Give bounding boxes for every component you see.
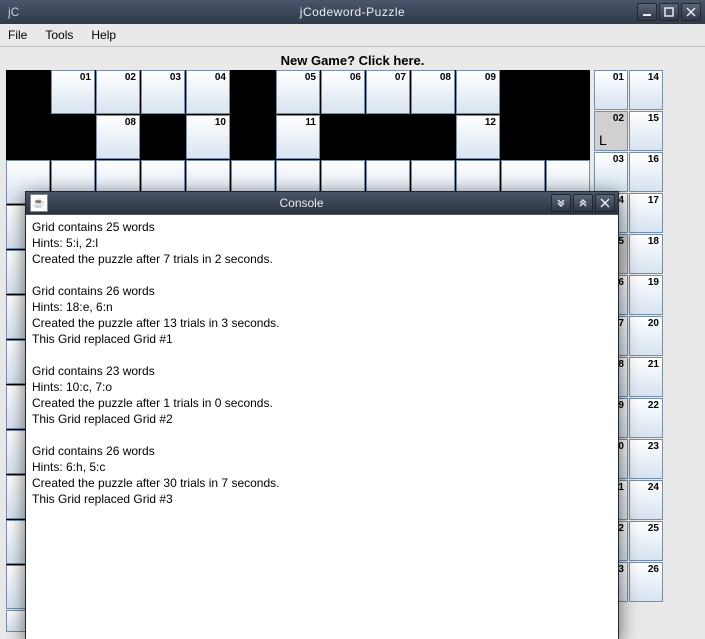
board-cell[interactable]: 01	[51, 70, 95, 114]
menu-file[interactable]: File	[6, 26, 29, 44]
cell-number: 03	[170, 72, 181, 83]
sidebar-code-cell[interactable]: 18	[629, 234, 663, 274]
cell-number: 10	[215, 117, 226, 128]
board-cell	[501, 70, 545, 114]
sidebar-code-cell[interactable]: 14	[629, 70, 663, 110]
menu-help[interactable]: Help	[89, 26, 118, 44]
board-cell[interactable]: 03	[141, 70, 185, 114]
sidebar-cell-number: 01	[613, 72, 624, 83]
console-scroll-up-button[interactable]	[573, 194, 593, 212]
board-cell	[501, 115, 545, 159]
main-window: jC jCodeword-Puzzle File Tools Help New …	[0, 0, 705, 639]
console-scroll-down-button[interactable]	[551, 194, 571, 212]
cell-number: 08	[440, 72, 451, 83]
sidebar-cell-number: 02	[613, 113, 624, 124]
board-cell[interactable]: 11	[276, 115, 320, 159]
close-button[interactable]	[681, 3, 701, 21]
sidebar-cell-number: 25	[648, 523, 659, 534]
board-cell[interactable]: 07	[366, 70, 410, 114]
sidebar-cell-number: 23	[648, 441, 659, 452]
cell-number: 02	[125, 72, 136, 83]
cell-number: 06	[350, 72, 361, 83]
sidebar-cell-number: 16	[648, 154, 659, 165]
board-cell[interactable]: 06	[321, 70, 365, 114]
close-icon	[599, 197, 611, 209]
sidebar-cell-number: 19	[648, 277, 659, 288]
maximize-button[interactable]	[659, 3, 679, 21]
cell-number: 08	[125, 117, 136, 128]
board-cell[interactable]: 08	[96, 115, 140, 159]
sidebar-cell-number: 24	[648, 482, 659, 493]
board-cell	[411, 115, 455, 159]
board-cell[interactable]: 10	[186, 115, 230, 159]
sidebar-code-cell[interactable]: 26	[629, 562, 663, 602]
board-cell	[321, 115, 365, 159]
sidebar-cell-number: 14	[648, 72, 659, 83]
minimize-icon	[641, 6, 653, 18]
sidebar-cell-number: 03	[613, 154, 624, 165]
sidebar-code-cell[interactable]: 24	[629, 480, 663, 520]
sidebar-cell-number: 17	[648, 195, 659, 206]
cell-number: 04	[215, 72, 226, 83]
sidebar-code-cell[interactable]: 01	[594, 70, 628, 110]
board-cell[interactable]: 08	[411, 70, 455, 114]
cell-number: 05	[305, 72, 316, 83]
sidebar-cell-letter: L	[599, 132, 607, 148]
console-title: Console	[52, 196, 551, 210]
sidebar-cell-number: 18	[648, 236, 659, 247]
sidebar-code-cell[interactable]: 16	[629, 152, 663, 192]
cell-number: 09	[485, 72, 496, 83]
board-cell[interactable]: 12	[456, 115, 500, 159]
board-cell	[6, 70, 50, 114]
minimize-button[interactable]	[637, 3, 657, 21]
window-title: jCodeword-Puzzle	[68, 5, 637, 19]
sidebar-code-cell[interactable]: 03	[594, 152, 628, 192]
sidebar-code-cell[interactable]: 23	[629, 439, 663, 479]
sidebar-code-cell[interactable]: 02 L	[594, 111, 628, 151]
sidebar-code-cell[interactable]: 15	[629, 111, 663, 151]
client-area: New Game? Click here. 01 02 03 04 05 06 07 08 09…	[0, 47, 705, 639]
sidebar-cell-number: 15	[648, 113, 659, 124]
titlebar[interactable]: jC jCodeword-Puzzle	[0, 0, 705, 24]
cell-number: 07	[395, 72, 406, 83]
board-cell[interactable]: 05	[276, 70, 320, 114]
new-game-label[interactable]: New Game? Click here.	[6, 49, 699, 70]
sidebar-code-cell[interactable]: 20	[629, 316, 663, 356]
console-titlebar[interactable]: ☕ Console	[26, 192, 618, 214]
sidebar-code-cell[interactable]: 25	[629, 521, 663, 561]
console-body[interactable]: Grid contains 25 words Hints: 5:i, 2:l C…	[26, 214, 618, 639]
maximize-icon	[663, 6, 675, 18]
sidebar-code-cell[interactable]: 19	[629, 275, 663, 315]
sidebar-cell-number: 20	[648, 318, 659, 329]
board-cell	[141, 115, 185, 159]
sidebar-cell-number: 26	[648, 564, 659, 575]
java-icon: ☕	[30, 194, 48, 212]
board-cell[interactable]: 09	[456, 70, 500, 114]
board-cell	[546, 115, 590, 159]
sidebar-cell-number: 21	[648, 359, 659, 370]
board-cell[interactable]: 02	[96, 70, 140, 114]
titlebar-left-label: jC	[4, 5, 68, 19]
sidebar-code-cell[interactable]: 21	[629, 357, 663, 397]
menubar: File Tools Help	[0, 24, 705, 47]
sidebar-code-cell[interactable]: 22	[629, 398, 663, 438]
cell-number: 12	[485, 117, 496, 128]
cell-number: 11	[305, 117, 316, 128]
chevron-up-icon	[577, 197, 589, 209]
cell-number: 01	[80, 72, 91, 83]
menu-tools[interactable]: Tools	[43, 26, 75, 44]
sidebar-code-cell[interactable]: 17	[629, 193, 663, 233]
console-window[interactable]: ☕ Console Grid contains 25 words Hints: …	[25, 191, 619, 639]
close-icon	[685, 6, 697, 18]
board-cell	[231, 115, 275, 159]
board-cell	[231, 70, 275, 114]
board-cell	[546, 70, 590, 114]
chevron-down-icon	[555, 197, 567, 209]
board-cell	[6, 115, 50, 159]
board-cell	[51, 115, 95, 159]
board-cell	[366, 115, 410, 159]
sidebar-cell-number: 22	[648, 400, 659, 411]
console-close-button[interactable]	[595, 194, 615, 212]
board-cell[interactable]: 04	[186, 70, 230, 114]
